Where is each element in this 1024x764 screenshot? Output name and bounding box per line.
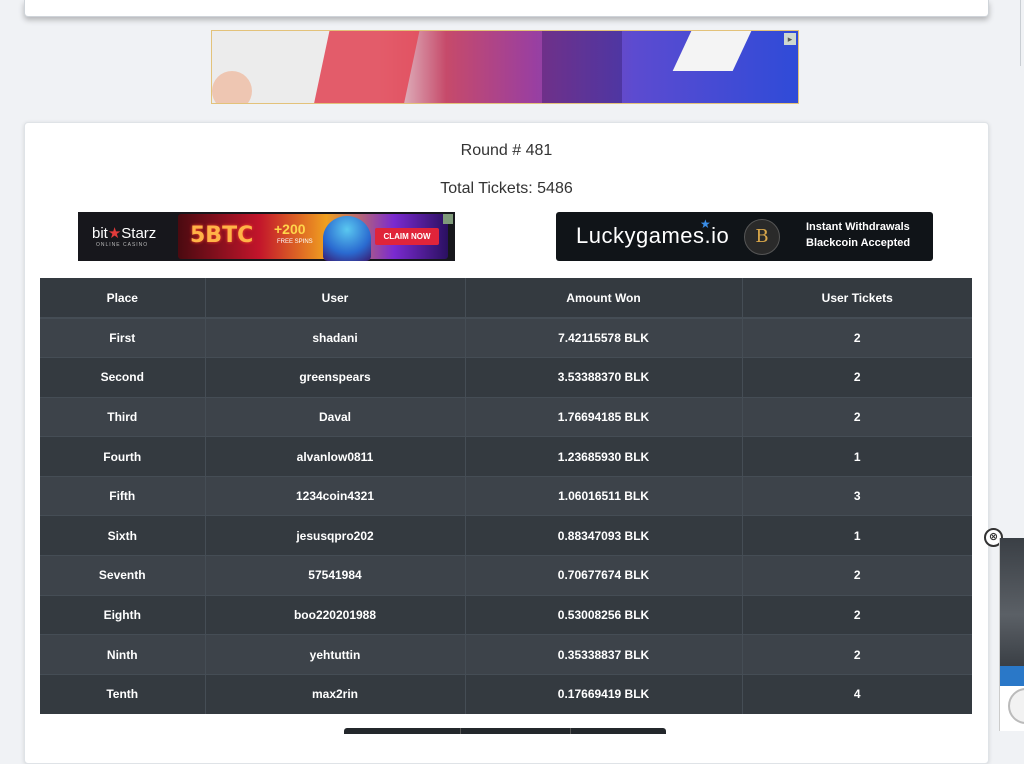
bitstarz-ad[interactable]: bit★Starz ONLINE CASINO 5BTC +200 FREE S… xyxy=(78,212,455,261)
cell-amount: 0.53008256 BLK xyxy=(465,594,743,635)
table-header-row: Place User Amount Won User Tickets xyxy=(40,278,972,319)
header-user: User xyxy=(205,278,466,319)
side-ad-image xyxy=(1000,666,1024,686)
cell-amount: 1.23685930 BLK xyxy=(465,436,743,477)
side-ad-image xyxy=(1000,538,1024,666)
table-row: Fourth alvanlow0811 1.23685930 BLK 1 xyxy=(40,436,972,477)
promo-btc: 5BTC xyxy=(190,223,254,248)
star-icon: ★ xyxy=(107,225,122,242)
results-table: Place User Amount Won User Tickets First… xyxy=(40,278,972,714)
cell-place: Fifth xyxy=(40,475,206,516)
banner-shape xyxy=(212,71,252,103)
cell-amount: 0.88347093 BLK xyxy=(465,515,743,556)
genie-image xyxy=(323,216,371,261)
lottery-results-card: Round # 481 Total Tickets: 5486 bit★Star… xyxy=(24,122,989,764)
cell-place: Sixth xyxy=(40,515,206,556)
cell-place: Fourth xyxy=(40,436,206,477)
cell-user: max2rin xyxy=(205,673,466,714)
total-tickets: Total Tickets: 5486 xyxy=(440,180,573,197)
side-ad-button[interactable] xyxy=(1008,688,1024,724)
adchoices-icon[interactable] xyxy=(443,214,453,224)
cell-user: yehtuttin xyxy=(205,634,466,675)
star-icon: ★ xyxy=(700,217,711,231)
cell-tickets: 4 xyxy=(742,673,972,714)
cell-user: greenspears xyxy=(205,357,466,398)
header-amount-won: Amount Won xyxy=(465,278,743,319)
luckygames-line2: Blackcoin Accepted xyxy=(806,237,911,249)
banner-shape xyxy=(672,31,752,71)
cell-place: Third xyxy=(40,396,206,437)
scrollbar-edge xyxy=(1020,0,1021,66)
cell-place: First xyxy=(40,317,206,358)
pagination-bar[interactable] xyxy=(344,728,666,734)
claim-now-button[interactable]: CLAIM NOW xyxy=(375,228,439,245)
table-row: Eighth boo220201988 0.53008256 BLK 2 xyxy=(40,594,972,635)
cell-amount: 0.35338837 BLK xyxy=(465,634,743,675)
cell-tickets: 2 xyxy=(742,317,972,358)
table-row: Ninth yehtuttin 0.35338837 BLK 2 xyxy=(40,634,972,675)
cell-user: Daval xyxy=(205,396,466,437)
table-row: Sixth jesusqpro202 0.88347093 BLK 1 xyxy=(40,515,972,556)
cell-amount: 7.42115578 BLK xyxy=(465,317,743,358)
cell-user: 1234coin4321 xyxy=(205,475,466,516)
table-row: Seventh 57541984 0.70677674 BLK 2 xyxy=(40,555,972,596)
luckygames-ad[interactable]: Luckygames.io ★ B Instant Withdrawals Bl… xyxy=(556,212,933,261)
bitstarz-logo: bit★Starz xyxy=(92,225,157,242)
cell-tickets: 3 xyxy=(742,475,972,516)
cell-amount: 1.06016511 BLK xyxy=(465,475,743,516)
table-row: Third Daval 1.76694185 BLK 2 xyxy=(40,396,972,437)
pagination-divider xyxy=(460,728,461,734)
cell-amount: 0.70677674 BLK xyxy=(465,555,743,596)
table-row: Second greenspears 3.53388370 BLK 2 xyxy=(40,357,972,398)
cell-place: Eighth xyxy=(40,594,206,635)
cell-place: Second xyxy=(40,357,206,398)
cell-tickets: 2 xyxy=(742,594,972,635)
header-user-tickets: User Tickets xyxy=(742,278,972,319)
luckygames-line1: Instant Withdrawals xyxy=(806,221,910,233)
cell-tickets: 2 xyxy=(742,396,972,437)
cell-amount: 3.53388370 BLK xyxy=(465,357,743,398)
header-card xyxy=(24,0,989,17)
cell-amount: 0.17669419 BLK xyxy=(465,673,743,714)
table-row: First shadani 7.42115578 BLK 2 xyxy=(40,317,972,358)
cell-tickets: 2 xyxy=(742,555,972,596)
banner-shape xyxy=(542,31,622,103)
cell-place: Seventh xyxy=(40,555,206,596)
table-row: Fifth 1234coin4321 1.06016511 BLK 3 xyxy=(40,475,972,516)
cell-place: Ninth xyxy=(40,634,206,675)
promo-spins: +200 xyxy=(274,221,306,237)
cell-user: jesusqpro202 xyxy=(205,515,466,556)
cell-user: shadani xyxy=(205,317,466,358)
cell-tickets: 2 xyxy=(742,634,972,675)
cell-user: alvanlow0811 xyxy=(205,436,466,477)
table-row: Tenth max2rin 0.17669419 BLK 4 xyxy=(40,673,972,714)
cell-tickets: 2 xyxy=(742,357,972,398)
cell-amount: 1.76694185 BLK xyxy=(465,396,743,437)
round-title: Round # 481 xyxy=(460,142,553,159)
promo-spins-label: FREE SPINS xyxy=(277,239,313,245)
adchoices-icon[interactable]: ▸ xyxy=(784,33,796,45)
cell-place: Tenth xyxy=(40,673,206,714)
cell-tickets: 1 xyxy=(742,515,972,556)
side-floating-ad[interactable] xyxy=(999,538,1024,731)
pagination-divider xyxy=(570,728,571,734)
header-place: Place xyxy=(40,278,206,319)
blackcoin-icon: B xyxy=(744,219,780,255)
cell-user: 57541984 xyxy=(205,555,466,596)
banner-shape xyxy=(310,31,424,103)
cell-tickets: 1 xyxy=(742,436,972,477)
cell-user: boo220201988 xyxy=(205,594,466,635)
bitstarz-tagline: ONLINE CASINO xyxy=(96,242,149,248)
top-banner-ad[interactable]: ▸ xyxy=(211,30,799,104)
